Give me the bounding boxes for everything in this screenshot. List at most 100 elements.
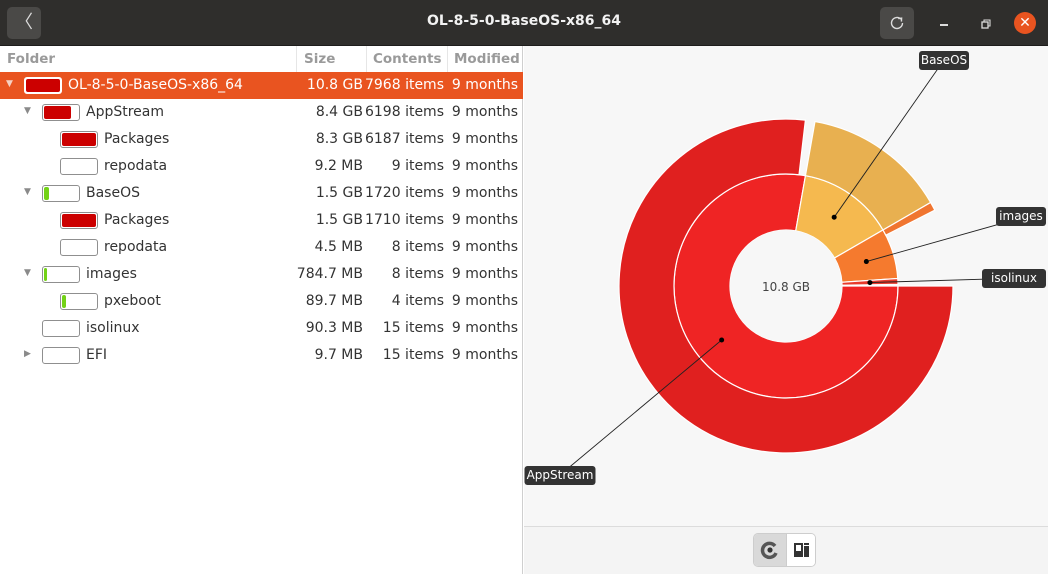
folder-contents: 6187 items (364, 131, 444, 147)
treemap-chart-icon (794, 543, 809, 557)
folder-modified: 9 months (451, 293, 518, 309)
folder-size: 8.4 GB (315, 104, 363, 120)
folder-modified: 9 months (451, 131, 518, 147)
back-button[interactable]: 〈 (7, 7, 41, 39)
reload-button[interactable] (880, 7, 914, 39)
usage-bar (60, 239, 98, 256)
folder-contents: 6198 items (364, 104, 444, 120)
folder-row[interactable]: Packages 1.5 GB 1710 items 9 months (0, 207, 523, 234)
folder-contents: 1720 items (364, 185, 444, 201)
usage-bar-fill (44, 268, 47, 281)
table-header: Folder Size Contents Modified (0, 46, 523, 72)
folder-row[interactable]: repodata 9.2 MB 9 items 9 months (0, 153, 523, 180)
column-header-modified[interactable]: Modified (454, 51, 520, 67)
folder-modified: 9 months (451, 266, 518, 282)
folder-name: EFI (86, 347, 108, 363)
folder-size: 1.5 GB (315, 212, 363, 228)
folder-contents: 8 items (391, 239, 444, 255)
expander-collapsed-icon[interactable]: ▶ (24, 349, 31, 359)
folder-row[interactable]: ▼ BaseOS 1.5 GB 1720 items 9 months (0, 180, 523, 207)
usage-bar (60, 131, 98, 148)
folder-row[interactable]: isolinux 90.3 MB 15 items 9 months (0, 315, 523, 342)
maximize-button[interactable] (976, 14, 996, 34)
column-header-folder[interactable]: Folder (7, 51, 55, 67)
folder-name: OL-8-5-0-BaseOS-x86_64 (68, 77, 243, 93)
callout-label-baseos: BaseOS (921, 53, 967, 67)
column-header-contents[interactable]: Contents (373, 51, 442, 67)
folder-row[interactable]: pxeboot 89.7 MB 4 items 9 months (0, 288, 523, 315)
usage-bar (42, 266, 80, 283)
folder-size: 784.7 MB (296, 266, 363, 282)
folder-size: 9.7 MB (314, 347, 363, 363)
folder-size: 10.8 GB (306, 77, 363, 93)
restore-icon (981, 19, 991, 29)
callout-dot (831, 214, 837, 220)
expander-expanded-icon[interactable]: ▼ (6, 79, 13, 89)
close-button[interactable]: ✕ (1014, 12, 1036, 34)
minimize-button[interactable] (934, 14, 954, 34)
folder-modified: 9 months (451, 185, 518, 201)
rings-chart-icon (760, 541, 778, 560)
folder-name: images (86, 266, 137, 282)
folder-size: 89.7 MB (305, 293, 363, 309)
rings-chart: 10.8 GB AppStream BaseOS images isolinux (524, 51, 1046, 485)
folder-contents: 7968 items (364, 77, 444, 93)
column-divider (366, 46, 367, 72)
expander-expanded-icon[interactable]: ▼ (24, 106, 31, 116)
folder-row[interactable]: ▶ EFI 9.7 MB 15 items 9 months (0, 342, 523, 369)
usage-bar-fill (26, 79, 60, 92)
expander-expanded-icon[interactable]: ▼ (24, 187, 31, 197)
folder-size: 90.3 MB (305, 320, 363, 336)
folder-tree-panel: Folder Size Contents Modified ▼ OL-8-5-0-… (0, 46, 523, 574)
callout-dot (719, 337, 725, 343)
usage-bar (42, 320, 80, 337)
treemap-chart-button[interactable] (786, 534, 815, 566)
folder-modified: 9 months (451, 104, 518, 120)
folder-row[interactable]: Packages 8.3 GB 6187 items 9 months (0, 126, 523, 153)
folder-contents: 8 items (391, 266, 444, 282)
usage-bar (24, 77, 62, 94)
folder-row[interactable]: repodata 4.5 MB 8 items 9 months (0, 234, 523, 261)
folder-modified: 9 months (451, 158, 518, 174)
folder-name: isolinux (86, 320, 140, 336)
folder-modified: 9 months (451, 347, 518, 363)
reload-icon (890, 16, 904, 30)
folder-contents: 15 items (382, 347, 444, 363)
usage-bar (60, 212, 98, 229)
folder-row[interactable]: ▼ images 784.7 MB 8 items 9 months (0, 261, 523, 288)
usage-bar-fill (44, 106, 71, 119)
chart-panel: 10.8 GB AppStream BaseOS images isolinux (524, 46, 1048, 574)
folder-modified: 9 months (451, 320, 518, 336)
usage-bar (60, 293, 98, 310)
callout-label-isolinux: isolinux (991, 271, 1037, 285)
usage-bar-fill (62, 133, 96, 146)
folder-name: pxeboot (104, 293, 161, 309)
title-bar: 〈 OL-8-5-0-BaseOS-x86_64 ✕ (0, 0, 1048, 46)
folder-contents: 1710 items (364, 212, 444, 228)
callout-dot (867, 280, 873, 286)
usage-bar (42, 104, 80, 121)
folder-row[interactable]: ▼ OL-8-5-0-BaseOS-x86_64 10.8 GB 7968 items… (0, 72, 523, 99)
close-icon: ✕ (1019, 15, 1031, 31)
rings-chart-button[interactable] (754, 534, 786, 566)
column-divider (447, 46, 448, 72)
folder-size: 8.3 GB (315, 131, 363, 147)
usage-bar (60, 158, 98, 175)
usage-bar (42, 347, 80, 364)
column-header-size[interactable]: Size (304, 51, 335, 67)
callout-dot (863, 259, 869, 265)
folder-name: Packages (104, 212, 170, 228)
usage-bar-fill (62, 214, 96, 227)
folder-contents: 15 items (382, 320, 444, 336)
folder-contents: 4 items (391, 293, 444, 309)
folder-name: repodata (104, 158, 168, 174)
callout-label-appstream: AppStream (527, 468, 594, 482)
folder-name: AppStream (86, 104, 165, 120)
folder-size: 4.5 MB (314, 239, 363, 255)
usage-bar-fill (62, 295, 66, 308)
folder-size: 9.2 MB (314, 158, 363, 174)
expander-expanded-icon[interactable]: ▼ (24, 268, 31, 278)
folder-contents: 9 items (391, 158, 444, 174)
callout-label-images: images (999, 209, 1043, 223)
folder-row[interactable]: ▼ AppStream 8.4 GB 6198 items 9 months (0, 99, 523, 126)
